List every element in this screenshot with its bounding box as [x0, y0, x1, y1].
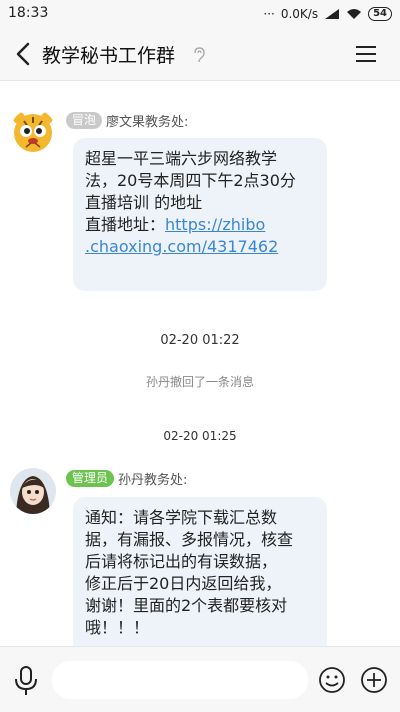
livestream-link[interactable]: https://zhibo	[165, 215, 265, 234]
message-sender: 管理员 孙丹教务处:	[66, 469, 187, 488]
message-line: 修正后于20日内返回给我，	[85, 574, 282, 593]
message-line: 超星一平三端六步网络教学	[85, 149, 278, 168]
menu-icon[interactable]	[354, 43, 378, 65]
message-line: 后请将标记出的有误数据，	[85, 552, 278, 571]
system-message: 孙丹撤回了一条消息	[145, 375, 254, 389]
wifi-icon	[347, 9, 362, 19]
bubble-tag: 冒泡	[66, 112, 103, 129]
back-arrow-icon[interactable]	[10, 40, 38, 68]
network-speed: 0.0K/s	[280, 7, 319, 21]
message-line: .chaoxing.com/4317462	[85, 236, 315, 258]
avatar-tiger[interactable]	[10, 109, 56, 155]
chat-title: 教学秘书工作群	[42, 45, 176, 67]
message-bubble[interactable]: 超星一平三端六步网络教学 法，20号本周四下午2点30分 直播培训 的地址 直播…	[73, 138, 327, 291]
signal-icon	[325, 9, 340, 19]
avatar-user[interactable]	[10, 468, 56, 514]
message-input[interactable]	[52, 661, 308, 699]
tiger-avatar-icon	[13, 112, 53, 152]
status-bar: 18:33 ··· 0.0K/s 54	[0, 0, 400, 28]
plus-icon[interactable]	[360, 666, 388, 694]
message-line: 哦！！！	[85, 618, 150, 637]
link-prefix: 直播地址：	[85, 215, 166, 234]
message-line: 直播地址：https://zhibo	[85, 214, 315, 236]
message-line: 通知：请各学院下载汇总数	[85, 508, 278, 527]
message-sender: 冒泡 廖文果教务处:	[66, 111, 188, 130]
sender-name: 廖文果教务处:	[106, 115, 189, 130]
message-line: 法，20号本周四下午2点30分	[85, 171, 296, 190]
chat-header: 教学秘书工作群	[0, 28, 400, 81]
message-line: 谢谢！里面的2个表都要核对	[85, 596, 288, 615]
sender-name: 孙丹教务处:	[118, 473, 188, 488]
status-icons: ··· 0.0K/s 54	[263, 5, 392, 23]
input-bar	[0, 646, 400, 712]
earpiece-mode-icon	[194, 47, 205, 63]
timestamp: 02-20 01:22	[160, 333, 240, 348]
timestamp: 02-20 01:25	[163, 429, 237, 443]
user-avatar-icon	[10, 468, 56, 514]
message-line: 据，有漏报、多报情况，核查	[85, 530, 294, 549]
chat-area[interactable]: 冒泡 廖文果教务处: 超星一平三端六步网络教学 法，20号本周四下午2点30分 …	[0, 81, 400, 663]
admin-tag: 管理员	[66, 470, 115, 487]
microphone-icon[interactable]	[12, 665, 40, 697]
livestream-link-cont[interactable]: .chaoxing.com/4317462	[85, 237, 278, 256]
message-bubble[interactable]: 通知：请各学院下载汇总数 据，有漏报、多报情况，核查 后请将标记出的有误数据， …	[73, 497, 327, 663]
battery-icon: 54	[368, 7, 392, 21]
more-dots-icon: ···	[263, 7, 275, 21]
status-time: 18:33	[8, 5, 49, 21]
emoji-icon[interactable]	[318, 666, 346, 694]
message-line: 直播培训 的地址	[85, 193, 203, 212]
